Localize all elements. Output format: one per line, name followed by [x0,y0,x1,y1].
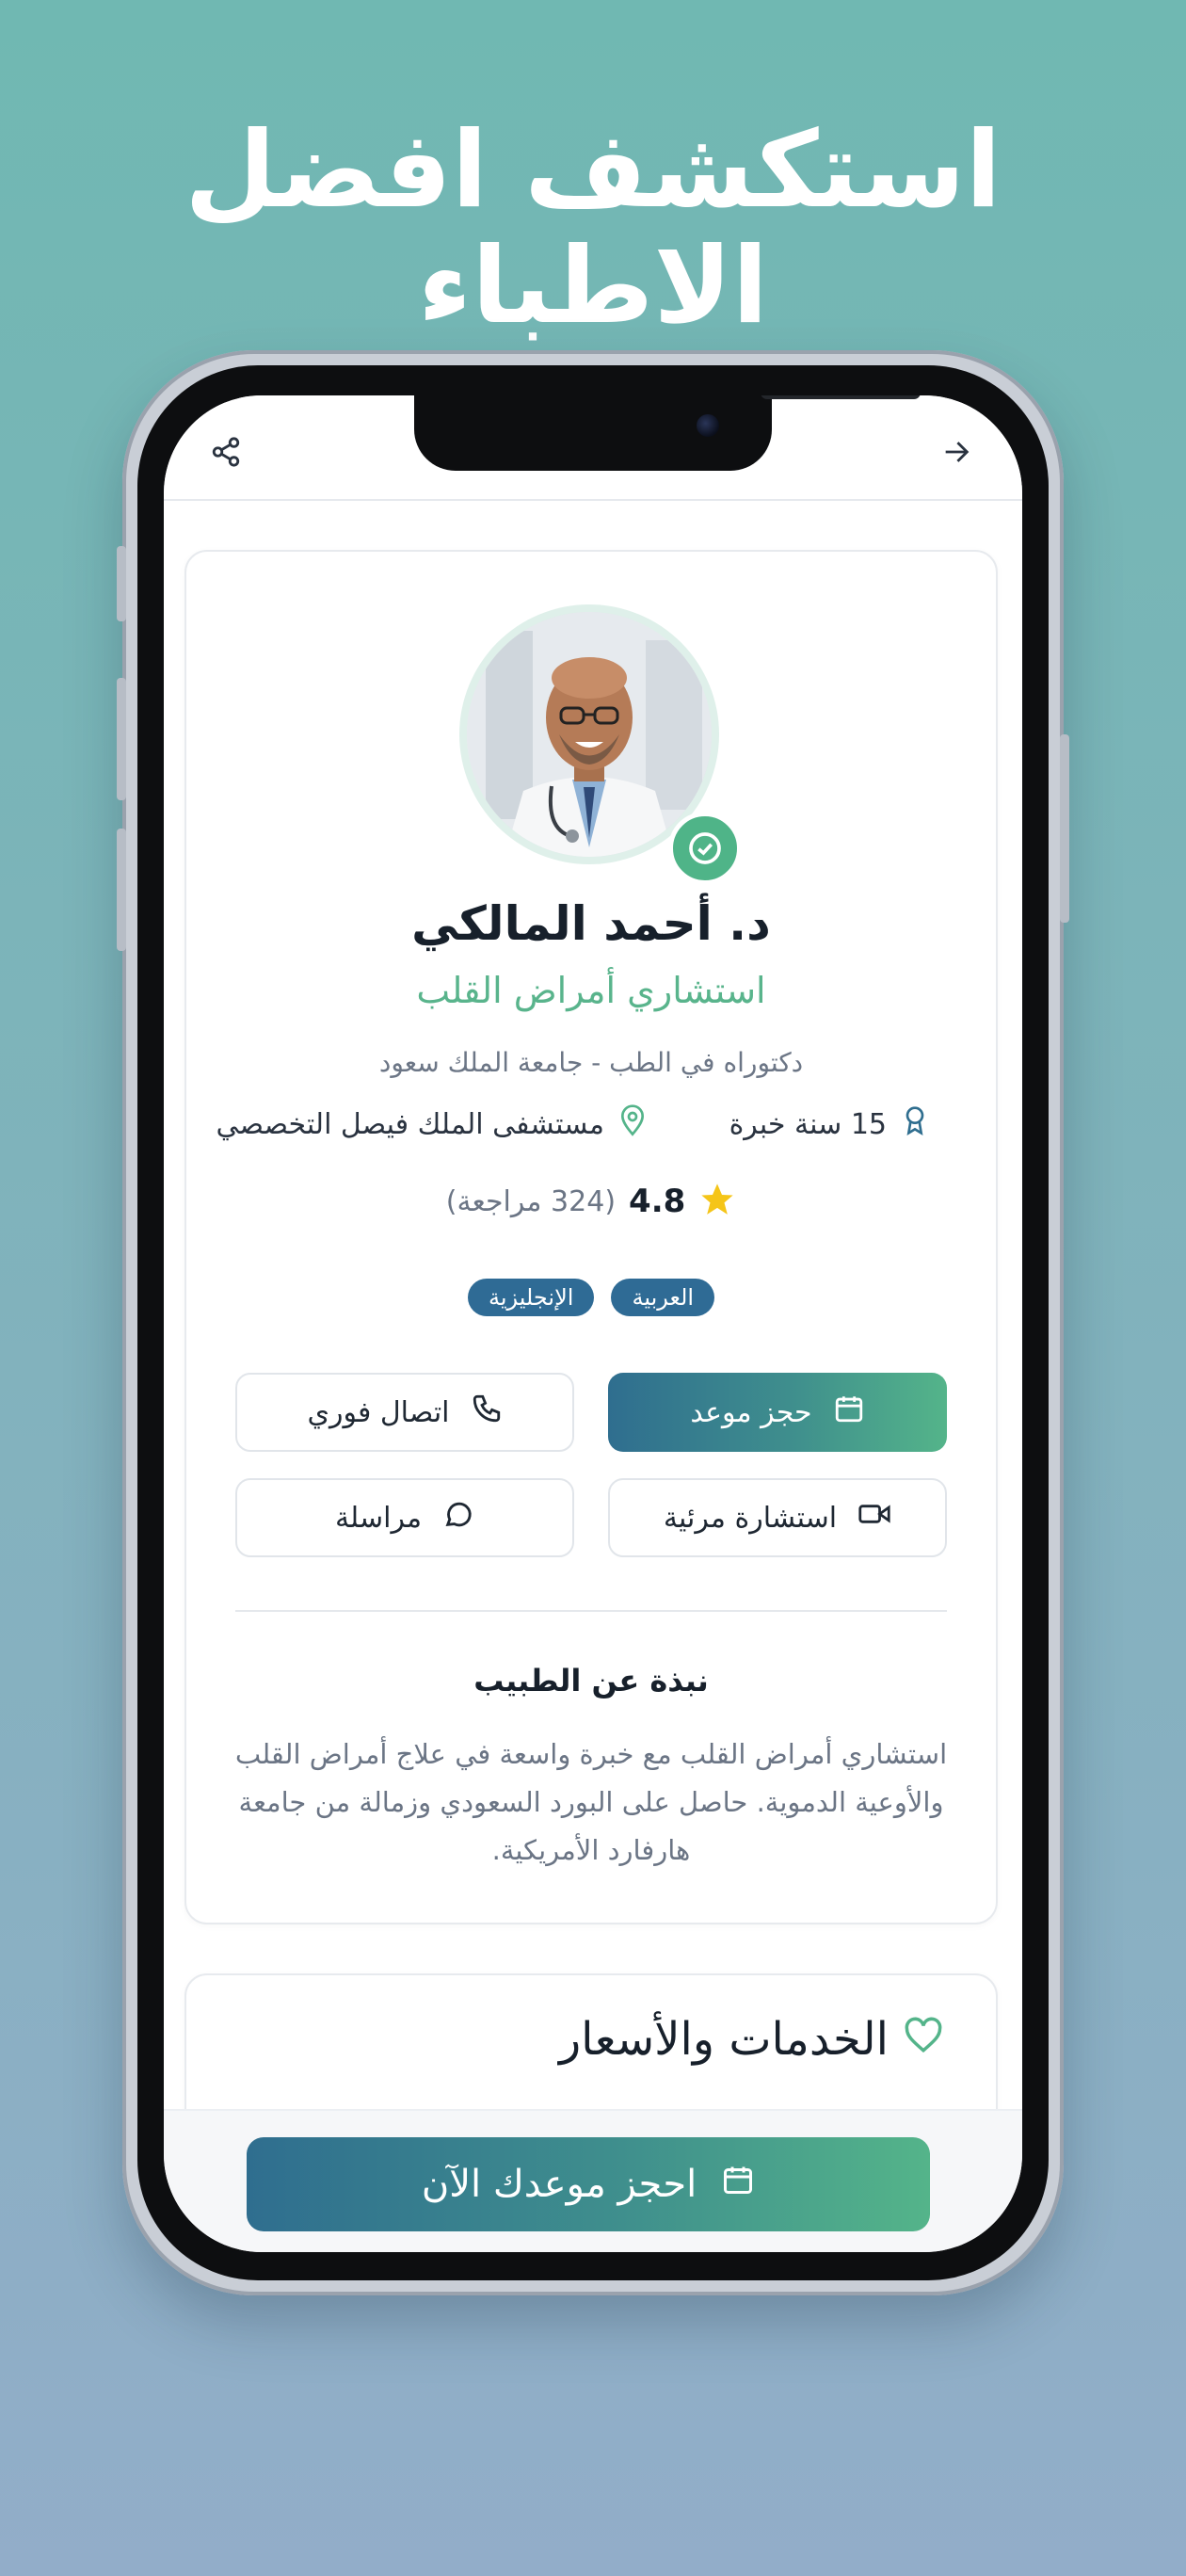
instant-call-label: اتصال فوري [307,1395,450,1429]
calendar-icon [721,2163,755,2206]
language-chip: الإنجليزية [467,1279,595,1316]
doctor-specialty: استشاري أمراض القلب [416,970,766,1011]
info-row: 15 سنة خبرة مستشفى الملك فيصل التخصصي [186,1103,996,1151]
experience-info: 15 سنة خبرة [729,1103,930,1145]
book-now-button[interactable]: احجز موعدك الآن [247,2137,930,2231]
book-now-label: احجز موعدك الآن [421,2163,697,2206]
arrow-right-icon[interactable] [936,431,977,473]
hospital-info: مستشفى الملك فيصل التخصصي [216,1103,648,1145]
phone-speaker [761,395,921,399]
heart-icon [904,2013,943,2066]
languages-row: العربية الإنجليزية [186,1279,996,1316]
language-chip: العربية [611,1279,715,1316]
experience-text: 15 سنة خبرة [729,1107,887,1141]
section-divider [235,1610,947,1612]
message-button[interactable]: مراسلة [235,1478,574,1557]
book-appointment-label: حجز موعد [690,1395,812,1429]
phone-screen: د. أحمد المالكي استشاري أمراض القلب دكتو… [164,395,1022,2252]
video-camera-icon [857,1498,891,1538]
page-headline: استكشف افضل الاطباء [184,109,1002,348]
book-appointment-button[interactable]: حجز موعد [608,1373,947,1452]
video-consultation-button[interactable]: استشارة مرئية [608,1478,947,1557]
rating-value: 4.8 [629,1183,686,1220]
review-count: (324 مراجعة) [445,1184,617,1218]
doctor-degree: دكتوراه في الطب - جامعة الملك سعود [378,1047,804,1078]
phone-side-button [117,546,126,621]
phone-icon [471,1393,503,1432]
video-consultation-label: استشارة مرئية [663,1501,838,1535]
services-header: الخدمات والأسعار [186,2013,996,2066]
front-camera [697,414,719,437]
doctor-avatar [467,612,712,857]
phone-notch [414,395,921,471]
chat-bubble-icon [442,1498,474,1538]
verified-badge-icon [668,812,742,885]
message-label: مراسلة [334,1501,423,1535]
share-icon[interactable] [205,431,247,473]
award-icon [900,1103,930,1145]
location-pin-icon [617,1103,648,1145]
about-text: استشاري أمراض القلب مع خبرة واسعة في علا… [234,1738,948,1866]
phone-volume-up [117,678,126,800]
rating-row: 4.8 (324 مراجعة) [186,1181,996,1222]
star-icon [698,1181,736,1222]
calendar-icon [833,1393,865,1432]
about-title: نبذة عن الطبيب [473,1663,709,1699]
bottom-action-bar: احجز موعدك الآن [164,2109,1022,2252]
phone-volume-down [117,829,126,951]
doctor-name: د. أحمد المالكي [411,896,771,951]
doctor-profile-card: د. أحمد المالكي استشاري أمراض القلب دكتو… [184,550,998,1924]
hospital-text: مستشفى الملك فيصل التخصصي [216,1107,604,1141]
instant-call-button[interactable]: اتصال فوري [235,1373,574,1452]
services-title: الخدمات والأسعار [559,2013,889,2066]
phone-power-button [1060,734,1069,923]
scroll-content[interactable]: د. أحمد المالكي استشاري أمراض القلب دكتو… [164,501,1022,2222]
